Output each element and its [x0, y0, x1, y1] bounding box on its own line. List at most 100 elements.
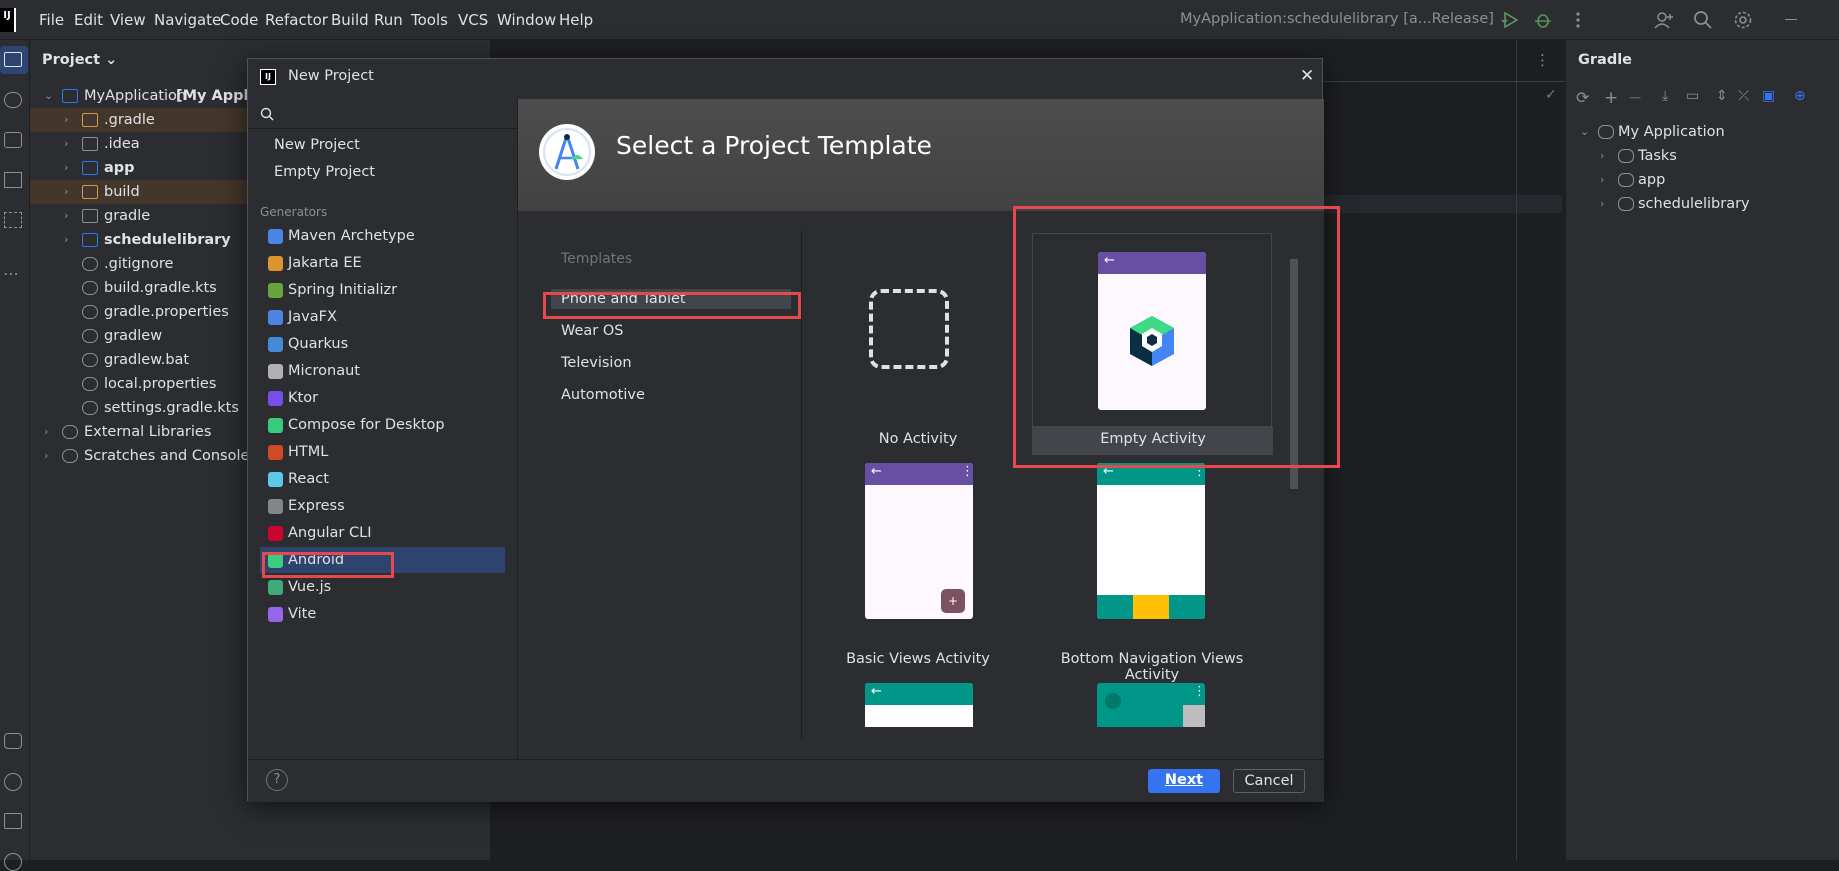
- analyze-icon[interactable]: ⊕: [1794, 88, 1806, 104]
- chevron-right-icon[interactable]: ›: [64, 204, 74, 228]
- category-item-television[interactable]: Television: [561, 355, 632, 371]
- reload-icon[interactable]: ⟳: [1576, 88, 1589, 107]
- add-icon[interactable]: +: [1604, 88, 1618, 108]
- menu-file[interactable]: File: [39, 11, 64, 29]
- settings-gear-icon[interactable]: [1733, 10, 1753, 30]
- chevron-right-icon[interactable]: ›: [1600, 192, 1610, 216]
- generator-label: Compose for Desktop: [288, 417, 445, 433]
- resource-manager-icon[interactable]: [4, 132, 22, 148]
- menu-build[interactable]: Build: [331, 11, 369, 29]
- editor-more-icon[interactable]: ⋮: [1535, 51, 1550, 69]
- chevron-right-icon[interactable]: ›: [64, 108, 74, 132]
- category-item-automotive[interactable]: Automotive: [561, 387, 645, 403]
- chevron-right-icon[interactable]: ›: [64, 180, 74, 204]
- hero-title: Select a Project Template: [616, 131, 932, 160]
- menu-tools[interactable]: Tools: [411, 11, 448, 29]
- generator-search-field[interactable]: [248, 99, 518, 129]
- ktor-icon: [268, 391, 283, 406]
- category-item-wear-os[interactable]: Wear OS: [561, 323, 623, 339]
- run-icon[interactable]: [1500, 10, 1520, 30]
- gradle-elephant-icon: [1598, 125, 1614, 139]
- generator-item-angular-cli[interactable]: Angular CLI: [260, 520, 505, 546]
- generator-item-spring-initializr[interactable]: Spring Initializr: [260, 277, 505, 303]
- problems-icon[interactable]: [4, 853, 22, 871]
- generator-item-ktor[interactable]: Ktor: [260, 385, 505, 411]
- chevron-right-icon[interactable]: ›: [44, 444, 54, 468]
- menu-code[interactable]: Code: [220, 11, 258, 29]
- search-icon[interactable]: [1693, 10, 1713, 30]
- generator-item-express[interactable]: Express: [260, 493, 505, 519]
- menu-edit[interactable]: Edit: [74, 11, 103, 29]
- menu-view[interactable]: View: [110, 11, 146, 29]
- chevron-right-icon[interactable]: ›: [64, 228, 74, 252]
- vite-icon: [268, 607, 283, 622]
- menu-refactor[interactable]: Refactor: [265, 11, 328, 29]
- debug-icon[interactable]: [1533, 10, 1553, 30]
- generator-item-jakarta-ee[interactable]: Jakarta EE: [260, 250, 505, 276]
- remove-icon[interactable]: −: [1628, 88, 1642, 108]
- device-manager-icon[interactable]: [4, 733, 22, 749]
- commit-tool-icon[interactable]: [4, 92, 22, 108]
- chevron-right-icon[interactable]: ›: [64, 156, 74, 180]
- chevron-down-icon[interactable]: ⌄: [44, 84, 54, 108]
- more-actions-icon[interactable]: [1568, 10, 1588, 30]
- more-tools-icon[interactable]: ⋯: [3, 264, 19, 283]
- cancel-button[interactable]: Cancel: [1233, 769, 1305, 793]
- template-card-partial-2[interactable]: ⋮: [1097, 683, 1205, 727]
- menu-run[interactable]: Run: [374, 11, 403, 29]
- chevron-right-icon[interactable]: ›: [1600, 168, 1610, 192]
- generator-label: Quarkus: [288, 336, 349, 352]
- template-card-partial-1[interactable]: ←: [865, 683, 973, 727]
- run-configuration-selector[interactable]: MyApplication:schedulelibrary [a...Relea…: [1180, 11, 1511, 27]
- tree-item-label: .idea: [104, 136, 140, 152]
- menu-navigate[interactable]: Navigate: [154, 11, 221, 29]
- generator-item-javafx[interactable]: JavaFX: [260, 304, 505, 330]
- structure-icon[interactable]: [4, 212, 22, 228]
- generator-item-maven-archetype[interactable]: Maven Archetype: [260, 223, 505, 249]
- help-button[interactable]: ?: [266, 769, 288, 791]
- chevron-right-icon[interactable]: ›: [44, 420, 54, 444]
- template-card-no-activity[interactable]: No Activity: [811, 233, 1025, 447]
- generator-item-html[interactable]: HTML: [260, 439, 505, 465]
- intellij-logo-icon[interactable]: IJ: [0, 8, 16, 32]
- empty-project-item[interactable]: Empty Project: [274, 164, 375, 180]
- generator-item-micronaut[interactable]: Micronaut: [260, 358, 505, 384]
- template-card-bottom-navigation[interactable]: ← ⋮ Bottom Navigation Views Activity: [1032, 455, 1272, 683]
- gradle-tree-row[interactable]: › schedulelibrary: [1566, 192, 1836, 216]
- generator-item-vite[interactable]: Vite: [260, 601, 505, 627]
- gradle-tree-row[interactable]: › app: [1566, 168, 1836, 192]
- gradle-tree-row[interactable]: › Tasks: [1566, 144, 1836, 168]
- template-card-basic-views-activity[interactable]: ← ⋮ + Basic Views Activity: [811, 455, 1025, 675]
- add-user-icon[interactable]: [1654, 10, 1674, 30]
- menu-window[interactable]: Window: [497, 11, 556, 29]
- module-folder-icon: [62, 89, 78, 103]
- gradle-elephant-icon: [1618, 197, 1634, 211]
- download-icon[interactable]: ⤓: [1662, 88, 1668, 104]
- gradle-panel-title: Gradle: [1578, 52, 1633, 68]
- project-panel-title[interactable]: Project ⌄: [42, 52, 117, 68]
- chevron-down-icon[interactable]: ⌄: [1580, 120, 1590, 144]
- gradle-tree-row[interactable]: ⌄ My Application: [1566, 120, 1836, 144]
- generator-item-quarkus[interactable]: Quarkus: [260, 331, 505, 357]
- generator-item-react[interactable]: React: [260, 466, 505, 492]
- tree-item-label: local.properties: [104, 376, 217, 392]
- execute-task-icon[interactable]: ▭: [1686, 88, 1699, 104]
- menu-help[interactable]: Help: [559, 11, 593, 29]
- next-button[interactable]: Next: [1148, 769, 1220, 793]
- logcat-icon[interactable]: [4, 813, 22, 829]
- dialog-close-icon[interactable]: ✕: [1300, 66, 1314, 86]
- expand-all-icon[interactable]: ⇕: [1716, 88, 1728, 104]
- menu-vcs[interactable]: VCS: [458, 11, 488, 29]
- collapse-all-icon[interactable]: ⤫: [1738, 88, 1749, 104]
- layout-inspector-icon[interactable]: [4, 172, 22, 188]
- vue-icon: [268, 580, 283, 595]
- generator-item-compose-for-desktop[interactable]: Compose for Desktop: [260, 412, 505, 438]
- project-tool-icon[interactable]: [4, 52, 22, 67]
- chevron-right-icon[interactable]: ›: [64, 132, 74, 156]
- link-project-icon[interactable]: ▣: [1762, 88, 1775, 104]
- run-tool-icon[interactable]: [4, 773, 22, 791]
- new-project-item[interactable]: New Project: [274, 137, 360, 153]
- generator-label: React: [288, 471, 329, 487]
- chevron-right-icon[interactable]: ›: [1600, 144, 1610, 168]
- minimize-icon[interactable]: [1785, 19, 1797, 20]
